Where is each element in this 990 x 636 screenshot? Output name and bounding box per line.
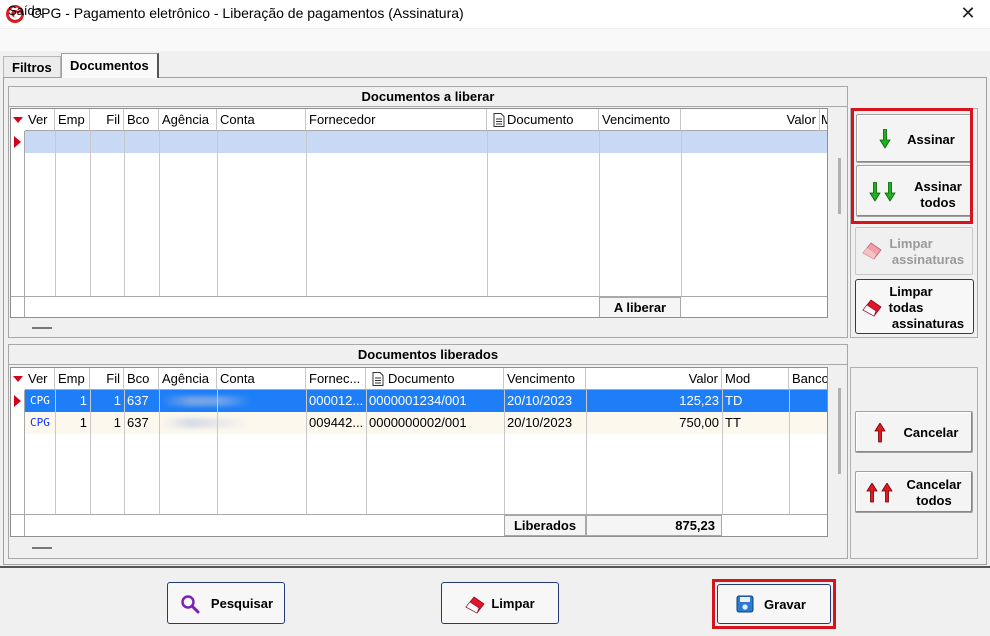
limpar-todas-assinaturas-button[interactable]: Limpar todas assinaturas (855, 279, 974, 334)
document-icon (493, 113, 505, 127)
cancelar-button[interactable]: Cancelar (855, 411, 973, 453)
documentos-liberados-grid[interactable]: Ver Emp Fil Bco Agência Conta Fornec... … (10, 367, 828, 537)
col-header-valor[interactable]: Valor (681, 109, 820, 131)
splitter-handle[interactable] (32, 547, 52, 549)
col-header-ver[interactable]: Ver (25, 109, 55, 131)
limpar-todas-label-2: todas (888, 300, 924, 315)
col-header-fil[interactable]: Fil (90, 368, 124, 390)
col-header-conta[interactable]: Conta (217, 368, 306, 390)
col-header-fornecedor[interactable]: Fornec... (306, 368, 366, 390)
documentos-a-liberar-grid[interactable]: Ver Emp Fil Bco Agência Conta Fornecedor… (10, 108, 828, 318)
redacted-agencia-conta (161, 396, 251, 406)
tab-documentos[interactable]: Documentos (61, 53, 159, 78)
col-header-fornecedor[interactable]: Fornecedor (306, 109, 487, 131)
cell-bco: 637 (127, 415, 149, 430)
col-header-documento-label: Documento (507, 112, 574, 127)
cancelar-todos-button[interactable]: Cancelar todos (855, 471, 973, 513)
limpar-assinaturas-label-1: Limpar (889, 236, 933, 251)
pesquisar-button[interactable]: Pesquisar (167, 582, 285, 624)
cell-ver: CPG (30, 416, 50, 429)
sort-indicator-icon (13, 376, 23, 382)
limpar-todas-label-1: Limpar (889, 284, 933, 299)
footer-a-liberar-label: A liberar (599, 297, 681, 317)
document-icon (372, 372, 384, 386)
cell-fil: 1 (113, 415, 121, 430)
col-header-fil[interactable]: Fil (90, 109, 124, 131)
cell-vencimento: 20/10/2023 (507, 393, 573, 408)
red-up-arrow-icon (874, 423, 886, 443)
col-header-bco[interactable]: Bco (124, 368, 159, 390)
highlight-frame-gravar (712, 579, 836, 629)
close-icon[interactable]: ✕ (952, 0, 984, 28)
cell-fornecedor: 000012... (309, 393, 364, 408)
col-header-valor[interactable]: Valor (586, 368, 722, 390)
col-header-documento-label: Documento (388, 371, 455, 386)
tab-filtros[interactable]: Filtros (3, 56, 61, 77)
current-row-indicator-icon (14, 136, 21, 148)
cell-documento: 0000001234/001 (369, 393, 467, 408)
limpar-todas-label-3: assinaturas (891, 316, 965, 331)
cell-mod: TD (725, 393, 743, 408)
col-header-ver[interactable]: Ver (25, 368, 55, 390)
eraser-icon (465, 596, 485, 614)
table-row-current[interactable] (25, 131, 827, 153)
cell-emp: 1 (79, 393, 87, 408)
panel-title: Documentos a liberar (9, 87, 847, 107)
splitter-handle[interactable] (32, 327, 52, 329)
menu-bar (0, 29, 990, 51)
col-header-m[interactable]: M (820, 109, 827, 131)
col-header-vencimento[interactable]: Vencimento (599, 109, 681, 131)
cell-ver: CPG (30, 394, 50, 407)
redacted-agencia-conta (161, 418, 251, 428)
col-header-mod[interactable]: Mod (722, 368, 789, 390)
sort-indicator-icon (13, 117, 23, 123)
limpar-button[interactable]: Limpar (441, 582, 559, 624)
col-header-documento[interactable]: Documento (366, 368, 504, 390)
cell-bco: 637 (127, 393, 149, 408)
col-header-agencia[interactable]: Agência (159, 368, 217, 390)
window-title: CPG - Pagamento eletrônico - Liberação d… (31, 5, 464, 21)
footer-liberados-total: 875,23 (586, 515, 722, 536)
cell-fil: 1 (113, 393, 121, 408)
cell-valor: 750,00 (679, 415, 719, 430)
cell-fornecedor: 009442... (309, 415, 364, 430)
scrollbar-thumb[interactable] (838, 158, 841, 214)
col-header-bco[interactable]: Bco (124, 109, 159, 131)
bottom-separator (0, 566, 990, 568)
magnifier-icon (181, 595, 200, 614)
limpar-assinaturas-button[interactable]: Limpar assinaturas (855, 227, 973, 275)
col-header-banco[interactable]: Banco (789, 368, 827, 390)
pesquisar-label: Pesquisar (210, 596, 274, 611)
col-header-agencia[interactable]: Agência (159, 109, 217, 131)
limpar-assinaturas-label-2: assinaturas (891, 252, 965, 267)
limpar-label: Limpar (491, 596, 535, 611)
cancelar-todos-label-2: todos (916, 493, 952, 508)
scrollbar-thumb[interactable] (838, 388, 841, 474)
footer-liberados-label: Liberados (504, 515, 586, 536)
col-header-emp[interactable]: Emp (55, 109, 90, 131)
highlight-frame-assinar (851, 108, 973, 224)
cancelar-todos-label-1: Cancelar (906, 477, 962, 492)
cell-vencimento: 20/10/2023 (507, 415, 573, 430)
cancelar-label: Cancelar (903, 425, 959, 440)
cell-valor: 125,23 (679, 393, 719, 408)
col-header-emp[interactable]: Emp (55, 368, 90, 390)
red-double-up-arrow-icon (866, 483, 893, 503)
col-header-conta[interactable]: Conta (217, 109, 306, 131)
bottom-button-column (850, 367, 978, 559)
current-row-indicator-icon (14, 395, 21, 407)
col-header-vencimento[interactable]: Vencimento (504, 368, 586, 390)
cell-mod: TT (725, 415, 741, 430)
cell-emp: 1 (79, 415, 87, 430)
cell-documento: 0000000002/001 (369, 415, 467, 430)
panel-title: Documentos liberados (9, 345, 847, 365)
menu-item-saida[interactable]: Saída (8, 3, 42, 18)
